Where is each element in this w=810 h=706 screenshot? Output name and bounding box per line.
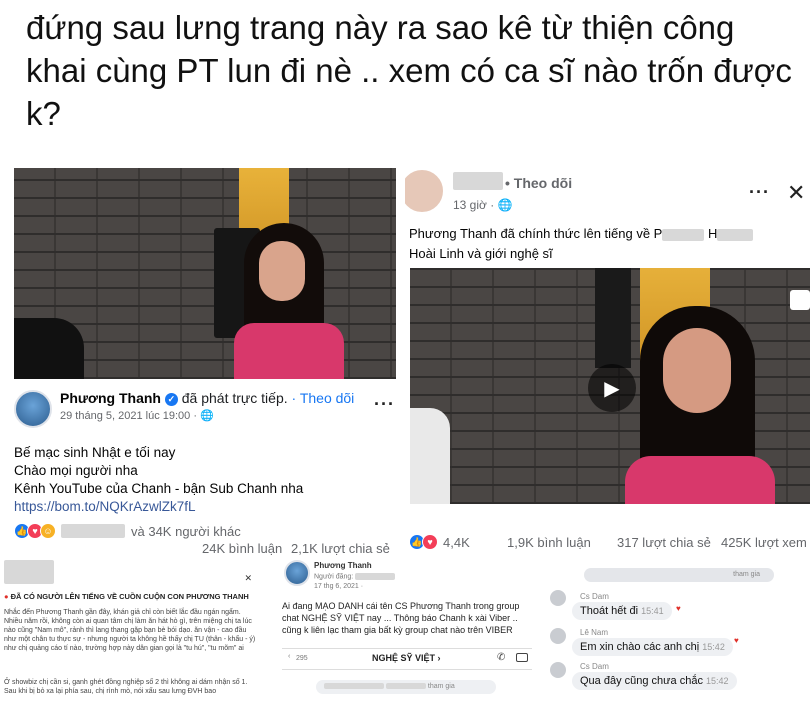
globe-icon: 🌐 [200,410,214,422]
share-count[interactable]: 2,1K lượt chia sẻ [291,541,390,556]
guitar [410,408,450,504]
more-options-icon[interactable]: ··· [749,182,770,203]
author-name[interactable]: Phương Thanh [314,561,372,570]
love-reaction-icon: ♥ [422,534,438,550]
guitar [14,318,84,379]
close-icon[interactable]: ✕ [244,574,252,583]
right-post-card: • Theo dõi 13 giờ · 🌐 ··· ✕ Phương Thanh… [405,160,810,555]
join-notice: tham gia [316,680,496,694]
follow-link[interactable]: · Theo dõi [292,390,355,406]
join-badge: tham gia [584,568,774,582]
blurred-name [4,560,54,584]
blurred-name [453,172,503,190]
article-para1: Nhắc đến Phương Thanh gần đây, khán giả … [4,609,256,652]
author-name[interactable]: Phương Thanh [60,390,161,406]
close-icon[interactable]: ✕ [787,180,805,206]
article-para2: Ở showbiz chị cần si, ganh ghét đồng ngh… [4,679,248,695]
comment-count[interactable]: 1,9K bình luận [507,535,591,550]
pip-icon[interactable] [790,290,810,310]
phone-icon[interactable]: ✆ [497,652,505,663]
singer-figure [234,223,344,379]
avatar [550,662,566,678]
group-name[interactable]: NGHỆ SỸ VIỆT › [372,653,441,663]
article-screenshot: ✕ ● ĐÃ CÓ NGƯỜI LÊN TIẾNG VỀ CUỒN CUỘN C… [0,560,262,706]
post-action: đã phát trực tiếp. [181,390,288,406]
post-date[interactable]: 29 tháng 5, 2021 lúc 19:00 · [60,410,197,422]
share-count[interactable]: 317 lượt chia sẻ [617,535,711,550]
member-count: 295 [296,655,308,662]
chat-screenshot: tham gia Cs Dam Thoát hết đi 15:41 ♥ Lê … [544,562,810,706]
post-link[interactable]: https://bom.to/NQKrAzwlZk7fL [14,498,303,516]
post-time[interactable]: 13 giờ · [453,198,494,212]
video-icon[interactable] [516,653,528,662]
right-post-text: Phương Thanh đã chính thức lên tiếng về … [409,224,754,264]
avatar [550,590,566,606]
reaction-summary[interactable]: 👍 ♥ ☺ và 34K người khác [14,523,241,539]
post-date: 17 thg 6, 2021 · [314,583,364,590]
globe-icon: 🌐 [497,198,513,212]
avatar[interactable] [405,168,445,214]
post-caption: đứng sau lưng trang này ra sao kê từ thi… [26,9,792,132]
avatar[interactable] [284,560,310,586]
haha-reaction-icon: ☺ [40,523,56,539]
heart-icon: ♥ [676,604,681,613]
back-icon[interactable]: ‹ [288,653,290,660]
announcement-post: Phương Thanh Người đăng: 17 thg 6, 2021 … [270,556,538,706]
left-post-header: Phương Thanh ✓ đã phát trực tiếp. · Theo… [14,386,396,434]
right-video-player[interactable]: ▶ [410,268,810,504]
blurred-name [61,524,125,538]
more-options-icon[interactable]: ··· [374,394,395,415]
avatar[interactable] [14,390,52,428]
singer-figure [625,306,775,504]
group-bar: ‹ 295 NGHỆ SỸ VIỆT › ✆ [282,648,532,670]
avatar [550,628,566,644]
comment-count[interactable]: 24K bình luận [202,541,282,556]
reaction-summary[interactable]: 👍 ♥ 4,4K [409,534,470,550]
follow-link[interactable]: • Theo dõi [505,175,572,191]
left-video-thumbnail[interactable] [14,168,396,379]
play-icon[interactable]: ▶ [588,364,636,412]
left-post-card: Phương Thanh ✓ đã phát trực tiếp. · Theo… [8,160,400,556]
verified-icon: ✓ [164,392,178,406]
alert-icon: ● [4,592,9,601]
view-count[interactable]: 425K lượt xem [721,535,807,550]
article-title: ĐÃ CÓ NGƯỜI LÊN TIẾNG VỀ CUỒN CUỘN CON P… [10,592,249,601]
heart-icon: ♥ [734,636,739,645]
left-post-text: Bế mạc sinh Nhật e tối nay Chào mọi ngườ… [14,445,304,516]
